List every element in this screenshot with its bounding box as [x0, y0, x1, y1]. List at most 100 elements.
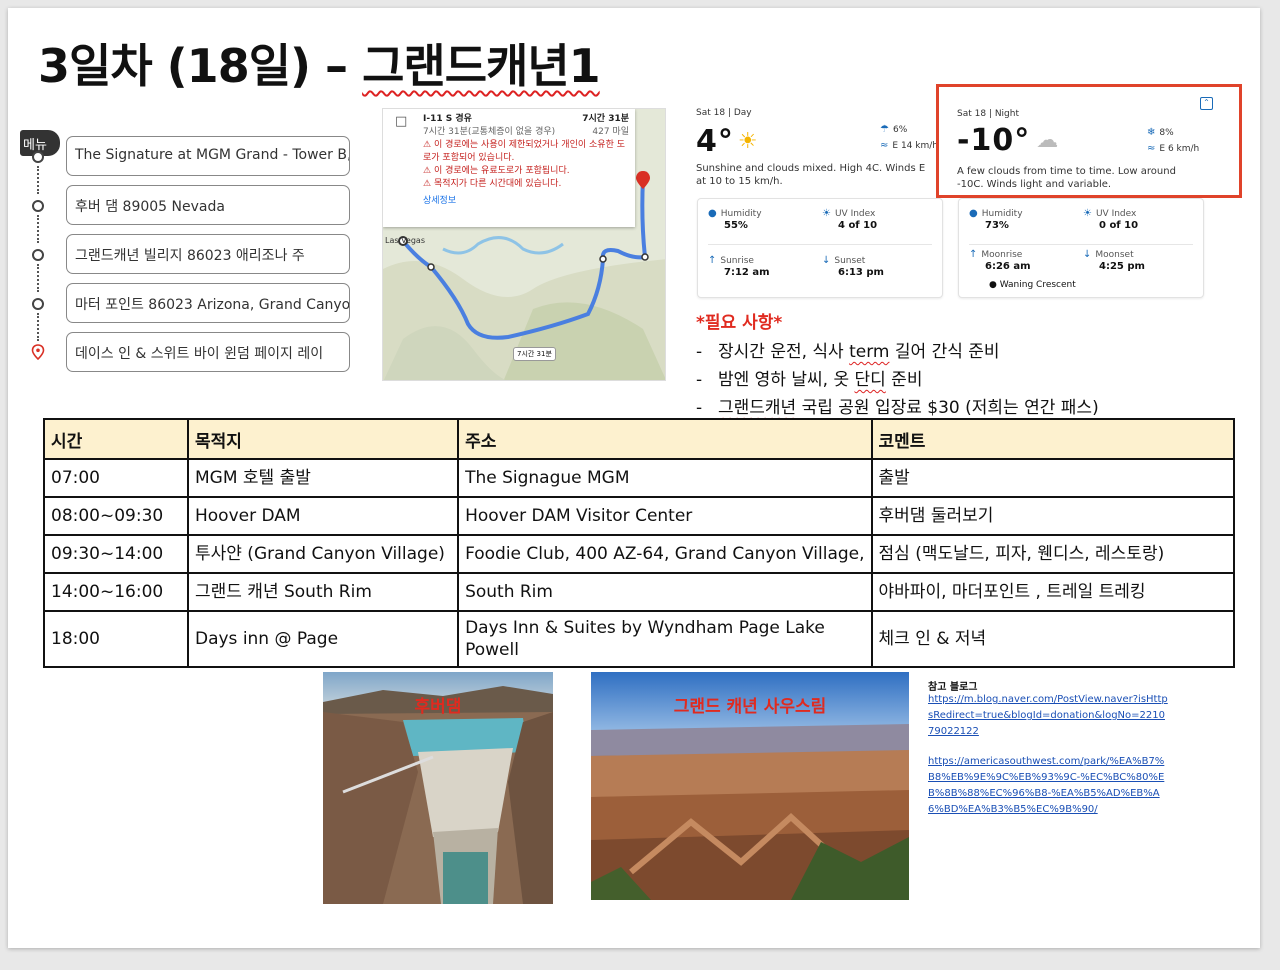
- car-icon: □: [395, 114, 408, 129]
- humidity-label: Humidity: [981, 209, 1023, 219]
- moon-phase-icon: ●: [989, 280, 1000, 290]
- table-row: 09:30~14:00 투사얀 (Grand Canyon Village) F…: [43, 534, 1236, 574]
- route-connector: [37, 264, 39, 292]
- list-item: 장시간 운전, 식사 term 길어 간식 준비: [696, 338, 1099, 366]
- table-cell: 07:00: [43, 458, 189, 498]
- uv-value: 0 of 10: [1099, 220, 1139, 231]
- warning-icon: ⚠: [423, 166, 434, 176]
- humidity-icon: ●: [969, 208, 978, 219]
- divider: [969, 244, 1193, 245]
- destination-pin-icon: [31, 344, 45, 360]
- table-cell: 18:00: [43, 610, 189, 668]
- table-cell: 점심 (맥도날드, 피자, 웬디스, 레스토랑): [870, 534, 1236, 574]
- weather-day-precip: 6%: [892, 125, 908, 135]
- table-cell: 14:00~16:00: [43, 572, 189, 612]
- table-cell: MGM 호텔 출발: [186, 458, 460, 498]
- weather-day-label: Sat 18 | Day: [696, 108, 752, 118]
- reference-link[interactable]: https://m.blog.naver.com/PostView.naver?…: [928, 692, 1168, 740]
- column-header: 코멘트: [870, 418, 1236, 460]
- humidity-value: 55%: [724, 220, 748, 231]
- table-cell: 08:00~09:30: [43, 496, 189, 536]
- table-cell: South Rim: [457, 572, 873, 612]
- route-start-icon: [32, 151, 44, 163]
- weather-night-desc: A few clouds from time to time. Low arou…: [957, 166, 1176, 190]
- map-route-popup[interactable]: □ I-11 S 경유 7시간 31분 7시간 31분(교통체증이 없을 경우) 4…: [383, 109, 635, 227]
- table-cell: Days Inn & Suites by Wyndham Page Lake P…: [457, 610, 873, 668]
- weather-night-temp: -10°: [957, 123, 1031, 158]
- route-stop-icon: [32, 298, 44, 310]
- uv-icon: ☀: [1083, 208, 1092, 219]
- weather-day-wind: E 14 km/h: [892, 141, 938, 151]
- reference-link[interactable]: https://americasouthwest.com/park/%EA%B7…: [928, 754, 1168, 818]
- sunset-label: Sunset: [834, 256, 866, 266]
- map-distance: 427 마일: [592, 127, 629, 137]
- cloudy-night-icon: ☁: [1036, 128, 1059, 153]
- partly-sunny-icon: ☀: [737, 129, 758, 154]
- moonrise-label: Moonrise: [981, 250, 1023, 260]
- route-map[interactable]: Las Vegas 7시간 31분 □ I-11 S 경유 7시간 31분 7시간…: [382, 108, 666, 381]
- route-connector: [37, 215, 39, 243]
- table-row: 18:00 Days inn @ Page Days Inn & Suites …: [43, 610, 1236, 668]
- route-stop-field[interactable]: 그랜드캐년 빌리지 86023 애리조나 주: [66, 234, 350, 274]
- route-stop-field[interactable]: 데이스 인 & 스위트 바이 윈덤 페이지 레이: [66, 332, 350, 372]
- weather-day-temp: 4°: [696, 124, 734, 159]
- weather-day: Sat 18 | Day 4° ☀ ☂ 6% ≈ E 14 km/h Sunshin…: [696, 108, 948, 200]
- sunrise-label: Sunrise: [720, 256, 754, 266]
- uv-label: UV Index: [834, 209, 876, 219]
- table-row: 07:00 MGM 호텔 출발 The Signague MGM 출발: [43, 458, 1236, 498]
- precip-icon: ☂: [880, 124, 889, 135]
- route-stop-field[interactable]: 후버 댐 89005 Nevada: [66, 185, 350, 225]
- warning-icon: ⚠: [423, 179, 434, 189]
- requirements-list: 장시간 운전, 식사 term 길어 간식 준비 밤엔 영하 날씨, 옷 단디 …: [696, 338, 1099, 422]
- collapse-icon[interactable]: ⌃: [1200, 97, 1213, 110]
- schedule-table: 시간 목적지 주소 코멘트 07:00 MGM 호텔 출발 The Signag…: [43, 418, 1236, 668]
- table-cell: 09:30~14:00: [43, 534, 189, 574]
- moonrise-icon: ↑: [969, 249, 978, 260]
- map-route-badge: 7시간 31분: [513, 347, 556, 361]
- map-route-name: I-11 S 경유: [423, 114, 472, 124]
- table-header-row: 시간 목적지 주소 코멘트: [43, 418, 1236, 460]
- table-cell: 투사얀 (Grand Canyon Village): [186, 534, 460, 574]
- route-stop-field[interactable]: The Signature at MGM Grand - Tower B, 1: [66, 136, 350, 176]
- table-cell: Foodie Club, 400 AZ-64, Grand Canyon Vil…: [457, 534, 873, 574]
- map-duration: 7시간 31분: [582, 114, 629, 124]
- weather-night-label: Sat 18 | Night: [957, 109, 1020, 119]
- table-row: 08:00~09:30 Hoover DAM Hoover DAM Visito…: [43, 496, 1236, 536]
- references-title: 참고 블로그: [928, 682, 978, 693]
- route-connector: [37, 166, 39, 194]
- grand-canyon-label: 그랜드 캐년 사우스림: [673, 697, 827, 717]
- route-connector: [37, 313, 39, 341]
- route-stop-icon: [32, 200, 44, 212]
- map-warning: 이 경로에는 사용이 제한되었거나 개인이 소유한 도로가 포함되어 있습니다.: [423, 140, 625, 163]
- map-city-label: Las Vegas: [385, 236, 425, 245]
- route-stop-field[interactable]: 마터 포인트 86023 Arizona, Grand Canyon: [66, 283, 350, 323]
- wind-icon: ≈: [880, 140, 889, 151]
- map-details-link[interactable]: 상세정보: [423, 195, 629, 208]
- table-cell: 체크 인 & 저녁: [870, 610, 1236, 668]
- warning-icon: ⚠: [423, 140, 434, 150]
- sunrise-icon: ↑: [708, 255, 717, 266]
- weather-night-details: ● Humidity 73% ☀ UV Index 0 of 10 ↑ Moonrise 6…: [958, 198, 1204, 298]
- humidity-label: Humidity: [720, 209, 762, 219]
- divider: [708, 244, 932, 245]
- page-title: 3일차 (18일) – 그랜드캐년1: [38, 30, 601, 96]
- requirements-title: *필요 사항*: [696, 313, 783, 333]
- map-warning: 이 경로에는 유료도로가 포함됩니다.: [433, 166, 570, 176]
- map-warning: 목적지가 다른 시간대에 있습니다.: [433, 179, 562, 189]
- sunset-value: 6:13 pm: [838, 267, 884, 278]
- grand-canyon-photo: 그랜드 캐년 사우스림: [591, 672, 909, 900]
- table-cell: 후버댐 둘러보기: [870, 496, 1236, 536]
- table-cell: 야바파이, 마더포인트 , 트레일 트레킹: [870, 572, 1236, 612]
- page-title-main: 3일차 (18일) –: [38, 39, 363, 93]
- table-cell: Hoover DAM Visitor Center: [457, 496, 873, 536]
- table-row: 14:00~16:00 그랜드 캐년 South Rim South Rim 야…: [43, 572, 1236, 612]
- slide: 3일차 (18일) – 그랜드캐년1 메뉴 The Signature at M…: [8, 8, 1260, 948]
- wind-icon: ≈: [1147, 143, 1156, 154]
- uv-label: UV Index: [1095, 209, 1137, 219]
- hoover-dam-label: 후버댐: [414, 697, 462, 717]
- map-duration-detail: 7시간 31분(교통체증이 없을 경우): [423, 127, 556, 137]
- moonrise-value: 6:26 am: [985, 261, 1031, 272]
- uv-icon: ☀: [822, 208, 831, 219]
- column-header: 목적지: [186, 418, 460, 460]
- table-cell: Days inn @ Page: [186, 610, 460, 668]
